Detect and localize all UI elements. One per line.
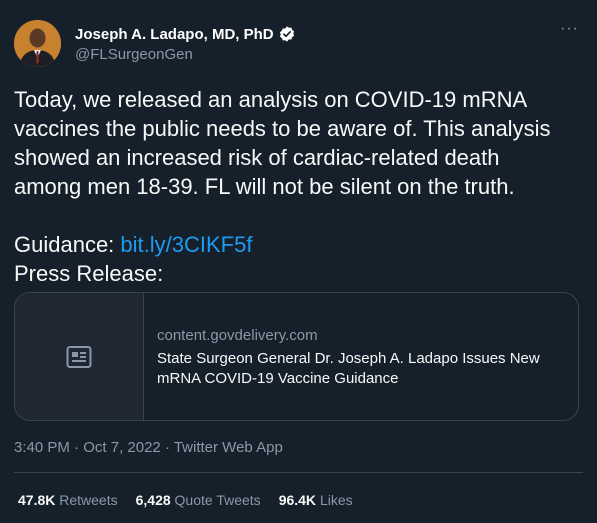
verified-badge-icon — [279, 26, 294, 42]
name-row: Joseph A. Ladapo, MD, PhD — [75, 25, 296, 43]
retweets-stat[interactable]: 47.8K Retweets — [18, 492, 118, 508]
link-preview-card[interactable]: content.govdelivery.com State Surgeon Ge… — [14, 292, 579, 421]
guidance-label: Guidance: — [14, 232, 121, 257]
card-media — [15, 293, 144, 420]
tweet-date[interactable]: Oct 7, 2022 — [83, 439, 161, 456]
tweet-text-line: showed an increased risk of cardiac-rela… — [14, 145, 500, 170]
display-name[interactable]: Joseph A. Ladapo, MD, PhD — [75, 26, 274, 43]
author-block: Joseph A. Ladapo, MD, PhD @FLSurgeonGen — [75, 25, 296, 63]
handle[interactable]: @FLSurgeonGen — [75, 46, 296, 63]
guidance-line: Guidance: bit.ly/3CIKF5f — [14, 230, 589, 259]
avatar-photo-icon — [14, 20, 61, 67]
card-info: content.govdelivery.com State Surgeon Ge… — [144, 293, 569, 420]
tweet-text-line: vaccines the public needs to be aware of… — [14, 116, 551, 141]
more-options-icon[interactable]: ··· — [560, 20, 579, 38]
quote-tweets-label: Quote Tweets — [174, 492, 261, 508]
card-domain: content.govdelivery.com — [157, 327, 318, 344]
engagement-stats: 47.8K Retweets 6,428 Quote Tweets 96.4K … — [18, 492, 353, 508]
likes-count: 96.4K — [278, 492, 317, 508]
card-title: State Surgeon General Dr. Joseph A. Lada… — [157, 350, 540, 387]
source-app[interactable]: Twitter Web App — [174, 439, 283, 456]
retweets-count: 47.8K — [18, 492, 56, 508]
tweet-text-line: among men 18-39. FL will not be silent o… — [14, 174, 515, 199]
tweet: Joseph A. Ladapo, MD, PhD @FLSurgeonGen … — [0, 0, 597, 523]
likes-label: Likes — [319, 492, 353, 508]
avatar[interactable] — [14, 20, 61, 67]
divider — [14, 472, 583, 473]
press-release-label: Press Release: — [14, 261, 164, 286]
tweet-text-line: Today, we released an analysis on COVID-… — [14, 87, 528, 112]
article-icon — [66, 345, 92, 368]
quote-tweets-stat[interactable]: 6,428 Quote Tweets — [136, 492, 261, 508]
likes-stat[interactable]: 96.4K Likes — [279, 492, 353, 508]
meta-separator: · — [69, 439, 84, 456]
meta-separator: · — [160, 439, 174, 456]
guidance-link[interactable]: bit.ly/3CIKF5f — [120, 232, 252, 257]
tweet-text: Today, we released an analysis on COVID-… — [14, 85, 589, 288]
retweets-label: Retweets — [59, 492, 118, 508]
tweet-timestamp: 3:40 PM · Oct 7, 2022 · Twitter Web App — [14, 439, 283, 456]
tweet-time[interactable]: 3:40 PM — [14, 439, 70, 456]
quote-tweets-count: 6,428 — [135, 492, 171, 508]
